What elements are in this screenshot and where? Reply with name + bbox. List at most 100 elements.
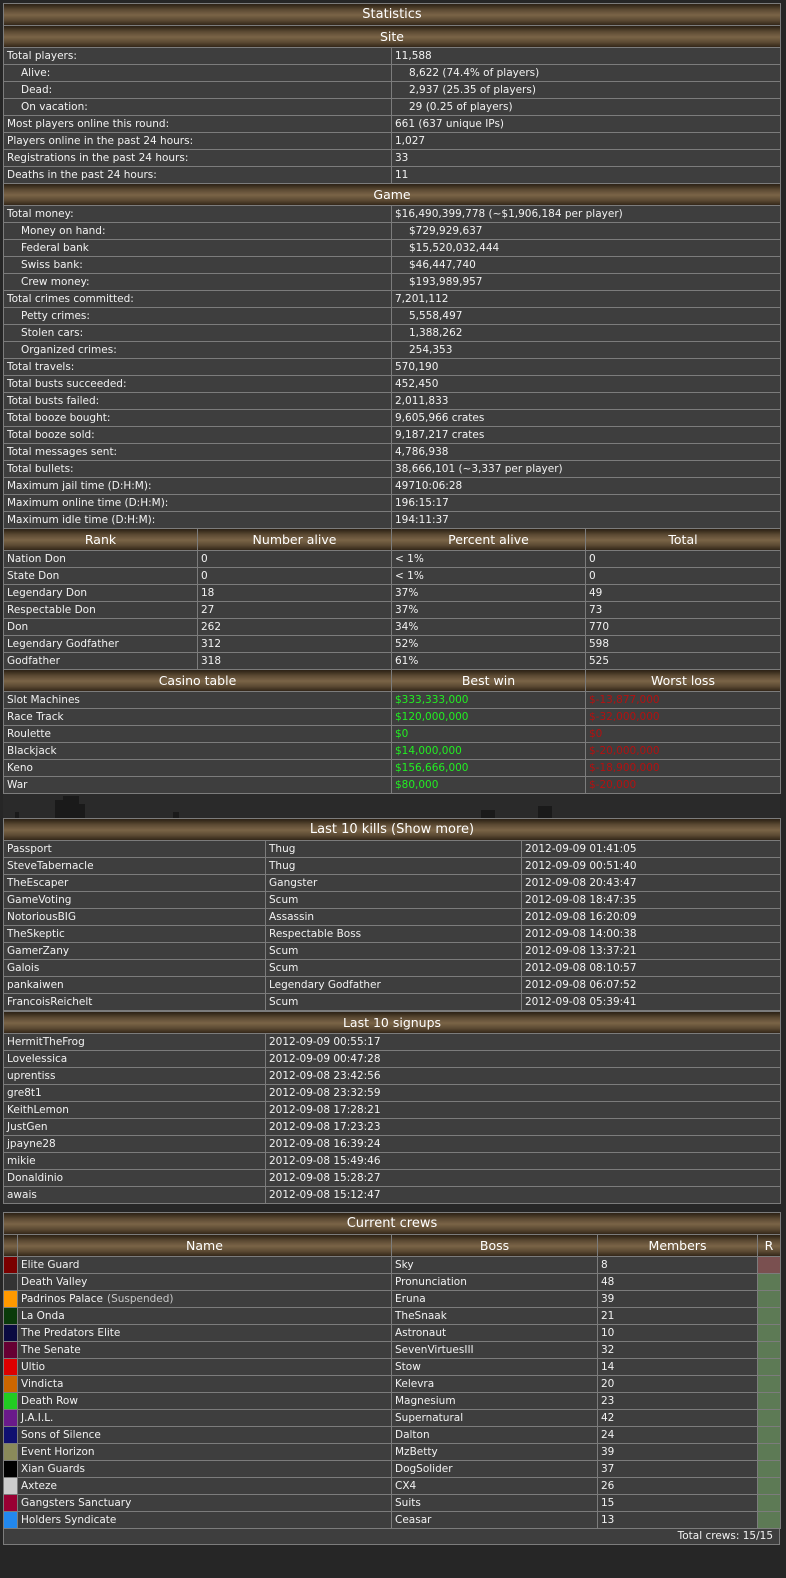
signup-timestamp: 2012-09-08 16:39:24 <box>264 1135 782 1153</box>
last-kills-title[interactable]: Last 10 kills (Show more) <box>3 818 781 841</box>
crew-boss-link[interactable]: MzBetty <box>391 1443 598 1461</box>
stat-value: 661 (637 unique IPs) <box>391 115 781 133</box>
stat-label: Organized crimes: <box>3 341 392 359</box>
crew-boss-link[interactable]: Supernatural <box>391 1409 598 1427</box>
crew-name-link[interactable]: Axteze <box>21 1480 57 1492</box>
casino-best-win: $120,000,000 <box>391 708 586 726</box>
crew-name-cell: Ultio <box>17 1358 392 1376</box>
crew-boss-link[interactable]: DogSolider <box>391 1460 598 1478</box>
rank-cell: 318 <box>197 652 392 670</box>
crew-name-link[interactable]: Event Horizon <box>21 1446 95 1458</box>
crew-name-link[interactable]: La Onda <box>21 1310 65 1322</box>
crew-boss-link[interactable]: Eruna <box>391 1290 598 1308</box>
stat-label: On vacation: <box>3 98 392 116</box>
total-crews-count: Total crews: 15/15 <box>3 1529 780 1545</box>
killed-player-link[interactable]: pankaiwen <box>3 976 266 994</box>
crew-name-link[interactable]: Gangsters Sanctuary <box>21 1497 131 1509</box>
crew-boss-link[interactable]: Pronunciation <box>391 1273 598 1291</box>
crew-boss-link[interactable]: Dalton <box>391 1426 598 1444</box>
crew-boss-link[interactable]: Ceasar <box>391 1511 598 1529</box>
killed-player-rank: Thug <box>265 840 522 858</box>
crew-name-link[interactable]: Death Valley <box>21 1276 87 1288</box>
signup-player-link[interactable]: JustGen <box>3 1118 266 1136</box>
casino-worst-loss: $-20,000 <box>585 776 781 794</box>
crew-name-link[interactable]: Padrinos Palace <box>21 1293 103 1305</box>
game-stat-row: Total booze bought: 9,605,966 crates <box>3 409 781 427</box>
site-section-title: Site <box>3 25 781 48</box>
crew-boss-link[interactable]: SevenVirtuesIII <box>391 1341 598 1359</box>
kill-timestamp: 2012-09-09 01:41:05 <box>521 840 781 858</box>
rank-cell: Don <box>3 618 198 636</box>
signup-timestamp: 2012-09-08 15:12:47 <box>264 1186 782 1204</box>
crew-recruiting-indicator <box>757 1477 781 1495</box>
crew-boss-link[interactable]: CX4 <box>391 1477 598 1495</box>
crew-name-link[interactable]: Xian Guards <box>21 1463 85 1475</box>
signup-row: HermitTheFrog 2012-09-09 00:55:17 <box>3 1033 782 1051</box>
rank-cell: 0 <box>197 550 392 568</box>
signup-player-link[interactable]: HermitTheFrog <box>3 1033 266 1051</box>
casino-worst-loss: $-18,900,000 <box>585 759 781 777</box>
crew-name-cell: Elite Guard <box>17 1256 392 1274</box>
crew-boss-link[interactable]: Stow <box>391 1358 598 1376</box>
signup-player-link[interactable]: uprentiss <box>3 1067 266 1085</box>
signup-row: Lovelessica 2012-09-09 00:47:28 <box>3 1050 782 1068</box>
stat-value: 254,353 <box>391 341 781 359</box>
killed-player-link[interactable]: Passport <box>3 840 266 858</box>
signup-player-link[interactable]: awais <box>3 1186 266 1204</box>
killed-player-link[interactable]: FrancoisReichelt <box>3 993 266 1011</box>
crew-boss-link[interactable]: Astronaut <box>391 1324 598 1342</box>
game-stat-row: Total travels: 570,190 <box>3 358 781 376</box>
crew-name-cell: Gangsters Sanctuary <box>17 1494 392 1512</box>
signup-player-link[interactable]: gre8t1 <box>3 1084 266 1102</box>
site-stat-row: Deaths in the past 24 hours: 11 <box>3 166 781 184</box>
crew-name-link[interactable]: The Predators Elite <box>21 1327 120 1339</box>
crew-name-cell: Vindicta <box>17 1375 392 1393</box>
killed-player-link[interactable]: TheSkeptic <box>3 925 266 943</box>
crew-boss-link[interactable]: Magnesium <box>391 1392 598 1410</box>
signup-player-link[interactable]: mikie <box>3 1152 266 1170</box>
crew-name-link[interactable]: J.A.I.L. <box>21 1412 53 1424</box>
casino-best-win: $80,000 <box>391 776 586 794</box>
killed-player-link[interactable]: GameVoting <box>3 891 266 909</box>
crew-name-cell: J.A.I.L. <box>17 1409 392 1427</box>
signup-player-link[interactable]: Donaldinio <box>3 1169 266 1187</box>
killed-player-link[interactable]: TheEscaper <box>3 874 266 892</box>
crew-boss-link[interactable]: TheSnaak <box>391 1307 598 1325</box>
kill-timestamp: 2012-09-08 14:00:38 <box>521 925 781 943</box>
crew-name-cell: Padrinos Palace (Suspended) <box>17 1290 392 1308</box>
killed-player-link[interactable]: Galois <box>3 959 266 977</box>
crew-row: Death Row Magnesium 23 <box>3 1392 781 1410</box>
crew-recruiting-indicator <box>757 1409 781 1427</box>
killed-player-link[interactable]: NotoriousBIG <box>3 908 266 926</box>
crew-name-link[interactable]: Elite Guard <box>21 1259 79 1271</box>
crew-recruiting-indicator <box>757 1324 781 1342</box>
crew-name-link[interactable]: The Senate <box>21 1344 81 1356</box>
crew-color-swatch <box>3 1460 18 1478</box>
casino-game-name: Keno <box>3 759 392 777</box>
signup-player-link[interactable]: KeithLemon <box>3 1101 266 1119</box>
crew-boss-link[interactable]: Kelevra <box>391 1375 598 1393</box>
stat-label: Deaths in the past 24 hours: <box>3 166 392 184</box>
crew-name-link[interactable]: Vindicta <box>21 1378 63 1390</box>
rank-cell: < 1% <box>391 567 586 585</box>
stat-value: 196:15:17 <box>391 494 781 512</box>
site-stat-row: Players online in the past 24 hours: 1,02… <box>3 132 781 150</box>
crew-name-link[interactable]: Death Row <box>21 1395 78 1407</box>
killed-player-link[interactable]: SteveTabernacle <box>3 857 266 875</box>
current-crews-title: Current crews <box>3 1212 781 1235</box>
killed-player-link[interactable]: GamerZany <box>3 942 266 960</box>
stat-label: Registrations in the past 24 hours: <box>3 149 392 167</box>
crew-boss-link[interactable]: Sky <box>391 1256 598 1274</box>
stat-label: Petty crimes: <box>3 307 392 325</box>
crew-recruiting-indicator <box>757 1307 781 1325</box>
signup-player-link[interactable]: jpayne28 <box>3 1135 266 1153</box>
signup-player-link[interactable]: Lovelessica <box>3 1050 266 1068</box>
kill-row: GameVoting Scum 2012-09-08 18:47:35 <box>3 891 781 909</box>
casino-row: War $80,000 $-20,000 <box>3 776 781 794</box>
crew-name-link[interactable]: Sons of Silence <box>21 1429 101 1441</box>
crew-boss-link[interactable]: Suits <box>391 1494 598 1512</box>
stat-value: 38,666,101 (~3,337 per player) <box>391 460 781 478</box>
crew-members-count: 14 <box>597 1358 758 1376</box>
crew-name-link[interactable]: Ultio <box>21 1361 45 1373</box>
crew-name-link[interactable]: Holders Syndicate <box>21 1514 116 1526</box>
